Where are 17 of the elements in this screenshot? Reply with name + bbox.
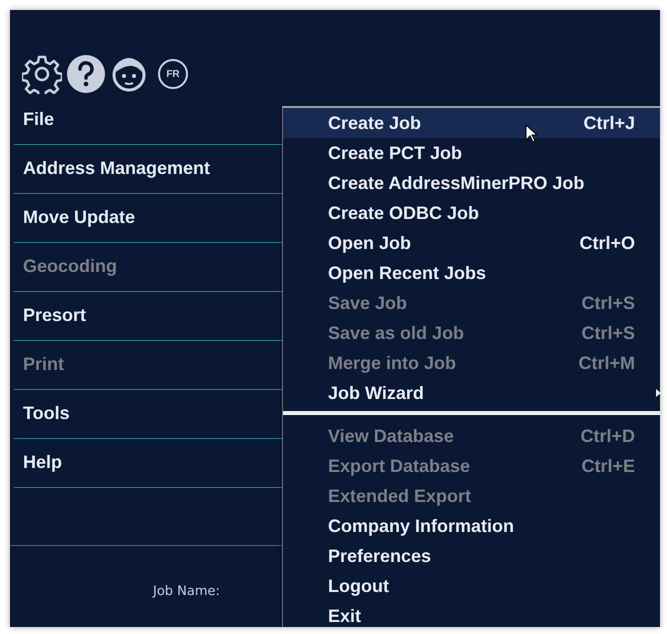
menu-item[interactable]: Open Recent Jobs — [283, 258, 660, 288]
menu-item[interactable]: Preferences — [283, 541, 660, 571]
menu-item[interactable]: Exit — [283, 601, 660, 627]
menu-item[interactable]: Create PCT Job — [283, 138, 660, 168]
language-button[interactable]: FR — [158, 59, 188, 89]
menu-item[interactable]: Logout — [283, 571, 660, 601]
menu-item[interactable]: Job Wizard — [283, 378, 660, 408]
submenu-arrow-icon — [656, 389, 660, 397]
mouse-pointer-icon — [525, 124, 537, 143]
menu-item[interactable]: Open Job Ctrl+O — [283, 228, 660, 258]
menu-item[interactable]: Company Information — [283, 511, 660, 541]
menu-item[interactable]: Create Job Ctrl+J — [283, 108, 660, 138]
settings-icon[interactable] — [22, 54, 62, 94]
job-name-label: Job Name: — [153, 584, 220, 599]
menu-item[interactable]: Create ODBC Job — [283, 198, 660, 228]
help-icon[interactable] — [66, 54, 106, 94]
menu-item[interactable]: Create AddressMinerPRO Job — [283, 168, 660, 198]
